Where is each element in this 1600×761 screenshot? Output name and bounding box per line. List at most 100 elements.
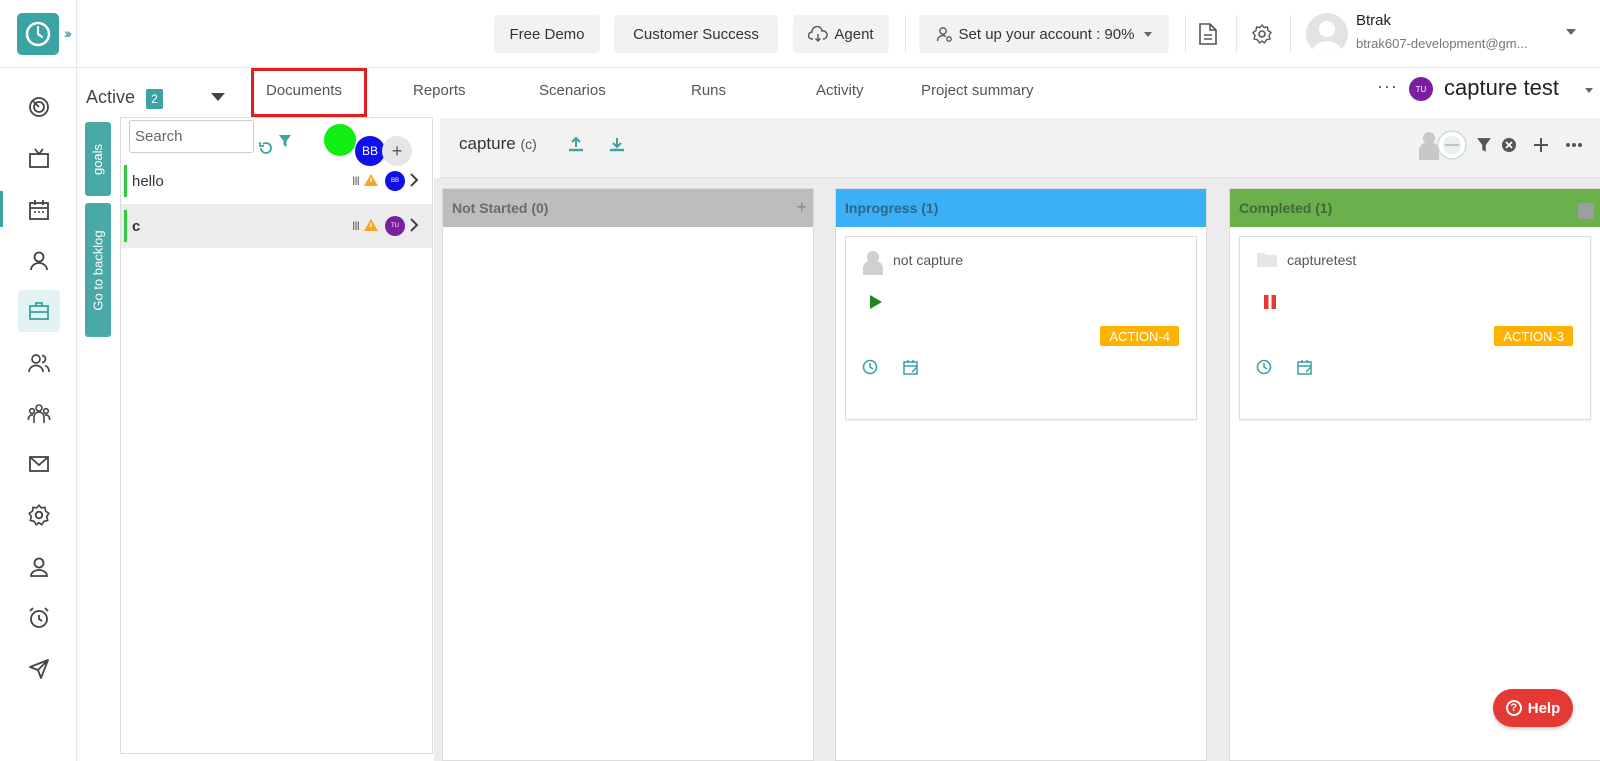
user-email: btrak607-development@gm... — [1356, 36, 1528, 51]
task-card[interactable]: not capture ACTION-4 — [845, 236, 1197, 420]
goal-row[interactable]: hello III BB — [121, 159, 432, 203]
free-demo-label: Free Demo — [509, 25, 585, 43]
card-title: capturetest — [1287, 252, 1357, 268]
help-label: Help — [1527, 699, 1561, 717]
agent-button[interactable]: Agent — [793, 15, 889, 53]
divider — [76, 0, 77, 68]
backlog-side-tab[interactable]: Go to backlog — [85, 203, 111, 337]
calendar-edit-icon[interactable] — [903, 359, 919, 375]
card-title: not capture — [893, 252, 964, 268]
refresh-icon[interactable] — [258, 140, 274, 156]
column-header: Inprogress (1) — [836, 189, 1206, 227]
divider — [1290, 15, 1291, 53]
settings-icon[interactable] — [18, 494, 60, 536]
clock-icon[interactable] — [1256, 359, 1272, 375]
filter-icon[interactable] — [1476, 137, 1492, 153]
agent-label: Agent — [834, 25, 874, 43]
goal-title: capture (c) — [459, 134, 537, 154]
tv-icon[interactable] — [18, 138, 60, 180]
team-logo-icon[interactable] — [1437, 130, 1467, 160]
expand-sidebar-icon[interactable]: ››› — [64, 25, 72, 41]
top-header: ››› Free Demo Customer Success Agent Set… — [0, 0, 1600, 68]
play-icon[interactable] — [869, 295, 883, 309]
tab-reports[interactable]: Reports — [413, 82, 466, 99]
column-header: Not Started (0) + — [443, 189, 813, 227]
goals-side-tab[interactable]: goals — [85, 122, 111, 196]
more-options-icon[interactable]: ··· — [1377, 76, 1398, 97]
tab-activity[interactable]: Activity — [816, 82, 864, 99]
column-title: Inprogress (1) — [845, 200, 939, 216]
help-button[interactable]: ? Help — [1493, 689, 1573, 727]
divider — [1236, 15, 1237, 53]
backlog-side-tab-label: Go to backlog — [90, 229, 106, 311]
clock-icon[interactable] — [862, 359, 878, 375]
more-options-icon[interactable] — [1565, 142, 1583, 148]
task-card[interactable]: capturetest ACTION-3 — [1239, 236, 1591, 420]
setup-account-label: Set up your account : 90% — [958, 25, 1135, 43]
free-demo-button[interactable]: Free Demo — [494, 15, 600, 53]
search-input[interactable] — [129, 120, 254, 153]
document-icon[interactable] — [1198, 22, 1218, 46]
dashboard-icon[interactable] — [18, 86, 60, 128]
divider — [1185, 15, 1186, 53]
goal-avatar: BB — [385, 171, 405, 191]
user-icon[interactable] — [18, 240, 60, 282]
tab-project-summary[interactable]: Project summary — [921, 82, 1034, 99]
status-filter-label[interactable]: Active — [86, 87, 135, 108]
send-icon[interactable] — [18, 648, 60, 690]
user-menu-chevron-icon[interactable] — [1566, 29, 1576, 35]
left-rail — [0, 68, 77, 761]
pause-icon[interactable] — [1263, 295, 1277, 309]
goal-code: (c) — [520, 136, 537, 152]
gear-icon[interactable] — [1251, 23, 1273, 45]
customer-success-label: Customer Success — [633, 25, 759, 43]
goal-status-bar — [124, 210, 127, 242]
goal-name: c — [132, 218, 141, 235]
profile-icon[interactable] — [18, 546, 60, 588]
goal-row-selected[interactable]: c III TU — [121, 204, 432, 248]
calendar-edit-icon[interactable] — [1297, 359, 1313, 375]
card-tag[interactable]: ACTION-4 — [1100, 326, 1179, 346]
help-icon: ? — [1505, 700, 1522, 716]
chevron-right-icon[interactable] — [409, 218, 419, 232]
warning-icon — [364, 219, 378, 231]
avatar[interactable] — [1306, 13, 1348, 55]
chevron-right-icon[interactable] — [409, 173, 419, 187]
status-count-badge: 2 — [146, 89, 163, 109]
add-card-icon[interactable]: + — [796, 197, 807, 218]
column-options-icon[interactable] — [1578, 203, 1594, 219]
user-name: Btrak — [1356, 12, 1392, 29]
board-column-inprogress: Inprogress (1) not capture ACTION-4 — [835, 188, 1207, 761]
column-title: Not Started (0) — [452, 200, 549, 216]
cursor-indicator — [324, 124, 356, 156]
setup-account-button[interactable]: Set up your account : 90% — [919, 15, 1169, 53]
board-toolbar — [1418, 130, 1583, 160]
add-icon[interactable] — [1532, 136, 1550, 154]
briefcase-icon[interactable] — [18, 290, 60, 332]
tab-runs[interactable]: Runs — [691, 82, 726, 99]
users-icon[interactable] — [18, 342, 60, 384]
column-header: Completed (1) — [1230, 189, 1600, 227]
alarm-icon[interactable] — [18, 597, 60, 639]
customer-success-button[interactable]: Customer Success — [614, 15, 778, 53]
user-settings-icon — [936, 26, 952, 42]
project-chevron-down-icon[interactable] — [1585, 88, 1593, 93]
board-column-not-started: Not Started (0) + — [442, 188, 814, 761]
upload-icon[interactable] — [568, 136, 584, 152]
calendar-icon[interactable] — [18, 189, 60, 231]
priority-icon: III — [352, 174, 360, 188]
clear-filter-icon[interactable] — [1501, 137, 1517, 153]
board-column-completed: Completed (1) capturetest ACTION-3 — [1229, 188, 1600, 761]
rail-active-marker — [0, 191, 3, 227]
status-dropdown-chevron-icon[interactable] — [211, 93, 225, 101]
team-icon[interactable] — [18, 393, 60, 435]
tab-scenarios[interactable]: Scenarios — [539, 82, 606, 99]
filter-icon[interactable] — [278, 134, 292, 148]
project-name[interactable]: capture test — [1444, 75, 1559, 101]
cloud-download-icon — [808, 26, 829, 42]
download-icon[interactable] — [609, 136, 625, 152]
column-title: Completed (1) — [1239, 200, 1333, 216]
mail-icon[interactable] — [18, 443, 60, 485]
card-tag[interactable]: ACTION-3 — [1494, 326, 1573, 346]
app-logo[interactable] — [17, 13, 59, 55]
